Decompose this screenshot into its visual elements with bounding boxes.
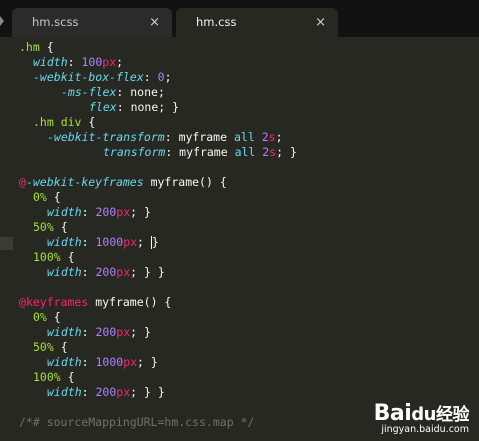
code-line: width: 1000px; } [47, 235, 159, 249]
code-line: @-webkit-keyframes myframe() { [19, 175, 227, 189]
number: 200 [95, 325, 117, 339]
keyframe-selector: 50% [33, 340, 54, 354]
selector: .hm div [33, 115, 82, 129]
code-line: 50% { [33, 220, 68, 234]
tab-bar: hm.scss × hm.css × [0, 0, 479, 37]
keyframe-selector: 100% [33, 370, 61, 384]
logo-text: 经验 [436, 405, 470, 425]
code-line: 100% { [33, 370, 75, 384]
at-rule: keyframes [25, 295, 89, 309]
at-symbol: @ [19, 175, 26, 189]
code-line: 0% { [33, 190, 61, 204]
property: width [47, 325, 82, 339]
baidu-jingyan-watermark: Baidu经验 jingyan.baidu.com [373, 400, 470, 435]
property: width [47, 355, 82, 369]
unit: px [123, 235, 138, 249]
code-line: flex: none; } [89, 100, 180, 114]
property: width [47, 205, 82, 219]
value: myframe [179, 145, 228, 159]
tab-label: hm.scss [32, 15, 79, 29]
keyframe-selector: 100% [33, 250, 61, 264]
code-line: width: 200px; } [47, 205, 151, 219]
logo-text: Bai [373, 401, 412, 426]
paw-icon: du [411, 404, 436, 425]
code-line: /*# sourceMappingURL=hm.css.map */ [19, 415, 254, 430]
code-editor[interactable]: .hm { width: 100px; -webkit-box-flex: 0;… [0, 38, 479, 441]
code-line: -webkit-transform: myframe all 2s; [47, 130, 283, 144]
close-icon[interactable]: × [315, 8, 326, 37]
code-line: width: 1000px; } [47, 355, 158, 369]
keyframe-selector: 0% [33, 310, 47, 324]
unit: px [123, 355, 138, 369]
number: 200 [95, 205, 117, 219]
unit: px [116, 325, 131, 339]
at-rule: -webkit-keyframes [25, 175, 144, 189]
property: -ms-flex [61, 85, 117, 99]
value: myframe() [150, 175, 213, 189]
property: width [47, 265, 82, 279]
selector: .hm [19, 40, 40, 54]
keyword: all [234, 145, 256, 159]
code-line: .hm div { [33, 115, 96, 129]
code-line: -ms-flex: none; [61, 85, 165, 99]
at-symbol: @ [19, 295, 26, 309]
code-line: @keyframes myframe() { [19, 295, 172, 309]
property: width [47, 385, 82, 399]
code-line: width: 200px; } } [47, 385, 165, 399]
property: width [33, 55, 68, 69]
comment: /*# sourceMappingURL=hm.css.map */ [19, 415, 255, 429]
keyframe-selector: 50% [33, 220, 54, 234]
tab-label: hm.css [196, 15, 237, 29]
code-line: .hm { [19, 40, 54, 55]
punct: { [39, 40, 54, 54]
keyword: all [233, 130, 255, 144]
code-line: 0% { [33, 310, 61, 324]
code-line: transform: myframe all 2s; } [103, 145, 297, 159]
value: myframe [178, 130, 228, 144]
value: myframe() [95, 295, 158, 309]
number: 1000 [95, 235, 124, 249]
property: width [47, 235, 82, 249]
value: none [130, 85, 158, 99]
code-line: width: 200px; } [47, 325, 151, 339]
tab-hm-scss[interactable]: hm.scss × [12, 8, 172, 37]
unit: s [268, 130, 276, 144]
unit: px [102, 55, 117, 69]
code-line: width: 200px; } } [47, 265, 165, 279]
unit: px [116, 265, 131, 279]
property: -webkit-transform [47, 130, 165, 144]
watermark-url: jingyan.baidu.com [381, 424, 469, 435]
unit: px [116, 385, 131, 399]
keyframe-selector: 0% [33, 190, 47, 204]
number: 2 [261, 130, 269, 144]
code-line: -webkit-box-flex: 0; [33, 70, 172, 84]
tab-scroll-left-icon[interactable] [0, 16, 4, 26]
close-icon[interactable]: × [149, 8, 160, 37]
code-line: 100% { [33, 250, 75, 264]
property: flex [89, 100, 117, 114]
code-line: 50% { [33, 340, 68, 354]
number: 100 [81, 55, 103, 69]
baidu-logo: Baidu经验 [373, 400, 470, 426]
number: 200 [95, 265, 117, 279]
code-line: width: 100px; [33, 55, 124, 69]
number: 1000 [95, 355, 124, 369]
unit: px [116, 205, 131, 219]
number: 200 [95, 385, 117, 399]
value: none [130, 100, 159, 114]
tab-hm-css[interactable]: hm.css × [176, 8, 338, 37]
property: -webkit-box-flex [33, 70, 144, 84]
property: transform [103, 145, 166, 159]
number: 0 [157, 70, 165, 84]
